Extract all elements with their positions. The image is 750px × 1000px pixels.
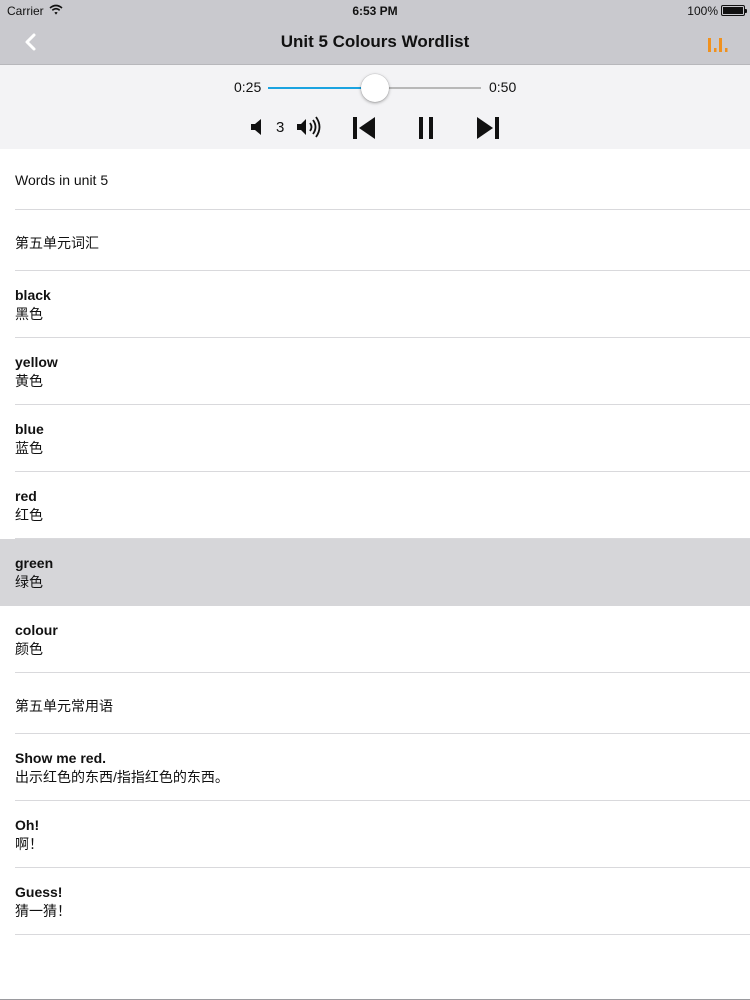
battery-percent: 100% bbox=[687, 4, 718, 18]
list-item[interactable]: Oh! 啊！ bbox=[0, 801, 750, 868]
word-chinese: 红色 bbox=[15, 507, 43, 523]
total-time: 0:50 bbox=[489, 79, 517, 95]
word-english: yellow bbox=[15, 354, 58, 370]
list-item[interactable]: red 红色 bbox=[0, 472, 750, 539]
progress-fill bbox=[268, 87, 375, 89]
list-item[interactable]: Words in unit 5 bbox=[0, 149, 750, 210]
word-chinese: 黄色 bbox=[15, 373, 43, 389]
pause-icon[interactable] bbox=[414, 115, 438, 141]
volume-down-icon[interactable] bbox=[248, 117, 266, 137]
word-english: green bbox=[15, 555, 54, 571]
word-chinese: 黑色 bbox=[15, 306, 43, 322]
battery-icon bbox=[721, 5, 747, 16]
wordlist: Words in unit 5 第五单元词汇 black 黑色 yellow 黄… bbox=[0, 149, 750, 935]
app-window: Carrier 6:53 PM 100% Unit 5 Colours Word… bbox=[0, 0, 750, 1000]
list-item-selected[interactable]: green 绿色 bbox=[0, 539, 750, 606]
audio-player: 0:25 0:50 3 bbox=[0, 64, 750, 149]
phrase-english: Oh! bbox=[15, 817, 40, 833]
page-title: Unit 5 Colours Wordlist bbox=[280, 32, 470, 51]
levels-icon[interactable] bbox=[706, 36, 732, 54]
current-time: 0:25 bbox=[234, 79, 262, 95]
phrase-chinese: 啊！ bbox=[15, 836, 43, 852]
volume-up-icon[interactable] bbox=[295, 115, 325, 139]
status-bar: Carrier 6:53 PM 100% bbox=[0, 0, 750, 20]
word-english: red bbox=[15, 488, 37, 504]
divider bbox=[15, 934, 750, 935]
phrase-chinese: 猜一猜！ bbox=[15, 903, 71, 919]
word-chinese: 绿色 bbox=[15, 574, 43, 590]
phrase-english: Guess! bbox=[15, 884, 63, 900]
volume-value: 3 bbox=[276, 119, 285, 136]
section-label: 第五单元常用语 bbox=[15, 698, 113, 714]
word-english: colour bbox=[15, 622, 58, 638]
word-english: blue bbox=[15, 421, 44, 437]
section-label: Words in unit 5 bbox=[15, 172, 109, 188]
progress-thumb[interactable] bbox=[360, 74, 389, 102]
previous-icon[interactable] bbox=[350, 115, 378, 141]
list-item[interactable]: Show me red. 出示红色的东西/指指红色的东西。 bbox=[0, 734, 750, 801]
word-chinese: 蓝色 bbox=[15, 440, 43, 456]
list-item[interactable]: 第五单元词汇 bbox=[0, 210, 750, 271]
section-label: 第五单元词汇 bbox=[15, 235, 99, 251]
list-item[interactable]: yellow 黄色 bbox=[0, 338, 750, 405]
word-english: black bbox=[15, 287, 51, 303]
list-item[interactable]: Guess! 猜一猜！ bbox=[0, 868, 750, 935]
next-icon[interactable] bbox=[474, 115, 502, 141]
phrase-chinese: 出示红色的东西/指指红色的东西。 bbox=[15, 769, 229, 785]
clock: 6:53 PM bbox=[352, 4, 398, 18]
navigation-bar: Unit 5 Colours Wordlist bbox=[0, 20, 750, 64]
phrase-english: Show me red. bbox=[15, 750, 107, 766]
list-item[interactable]: colour 颜色 bbox=[0, 606, 750, 673]
top-bar: Carrier 6:53 PM 100% Unit 5 Colours Word… bbox=[0, 0, 750, 64]
list-item[interactable]: black 黑色 bbox=[0, 271, 750, 338]
word-chinese: 颜色 bbox=[15, 641, 43, 657]
list-item[interactable]: 第五单元常用语 bbox=[0, 673, 750, 734]
list-item[interactable]: blue 蓝色 bbox=[0, 405, 750, 472]
